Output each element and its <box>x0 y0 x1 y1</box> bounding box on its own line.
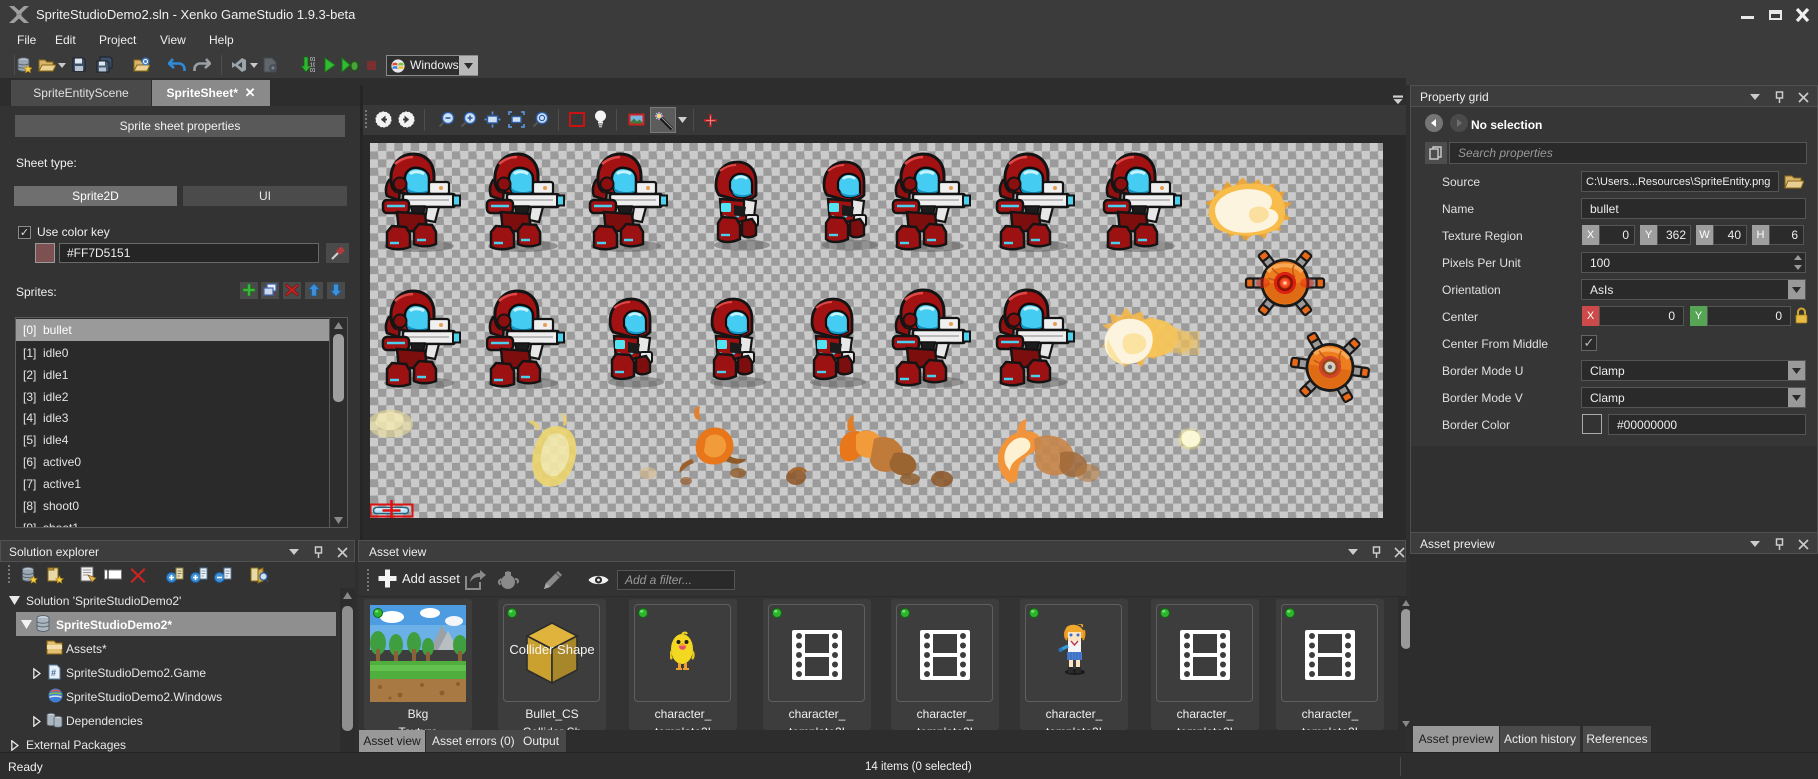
svg-text:01: 01 <box>310 68 315 74</box>
svg-text:#: # <box>51 668 56 678</box>
